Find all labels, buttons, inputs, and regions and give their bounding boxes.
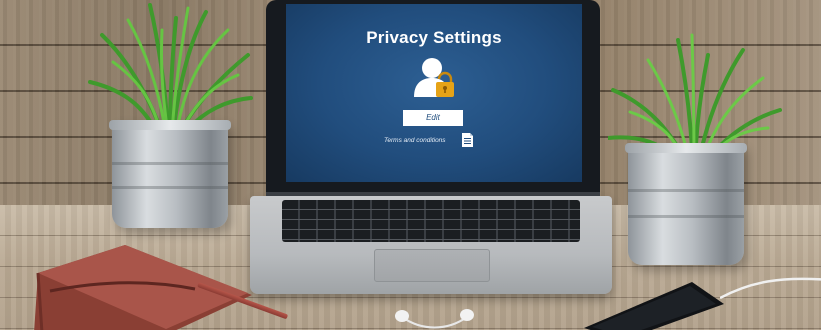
left-plant-grass [88,3,253,135]
keyboard-rows [282,200,580,242]
page-title: Privacy Settings [366,28,502,47]
earbuds [395,309,474,329]
edit-button[interactable]: Edit [403,110,463,126]
laptop-touchpad [374,249,490,282]
left-pot-band [112,186,228,189]
right-plant-pot [625,143,747,265]
smartphone [584,282,724,330]
left-pot-band [112,162,228,165]
left-pot-rim [109,120,231,130]
left-plant-pot [109,120,231,228]
right-pot-band [628,215,744,218]
charging-cable [720,277,821,300]
right-pot-rim [625,143,747,153]
document-icon[interactable] [461,132,474,148]
leather-notebook [34,245,252,330]
photo-scene: Privacy Settings Edit Terms and conditio… [0,0,821,330]
user-lock-icon [414,58,454,97]
right-pot-band [628,189,744,192]
